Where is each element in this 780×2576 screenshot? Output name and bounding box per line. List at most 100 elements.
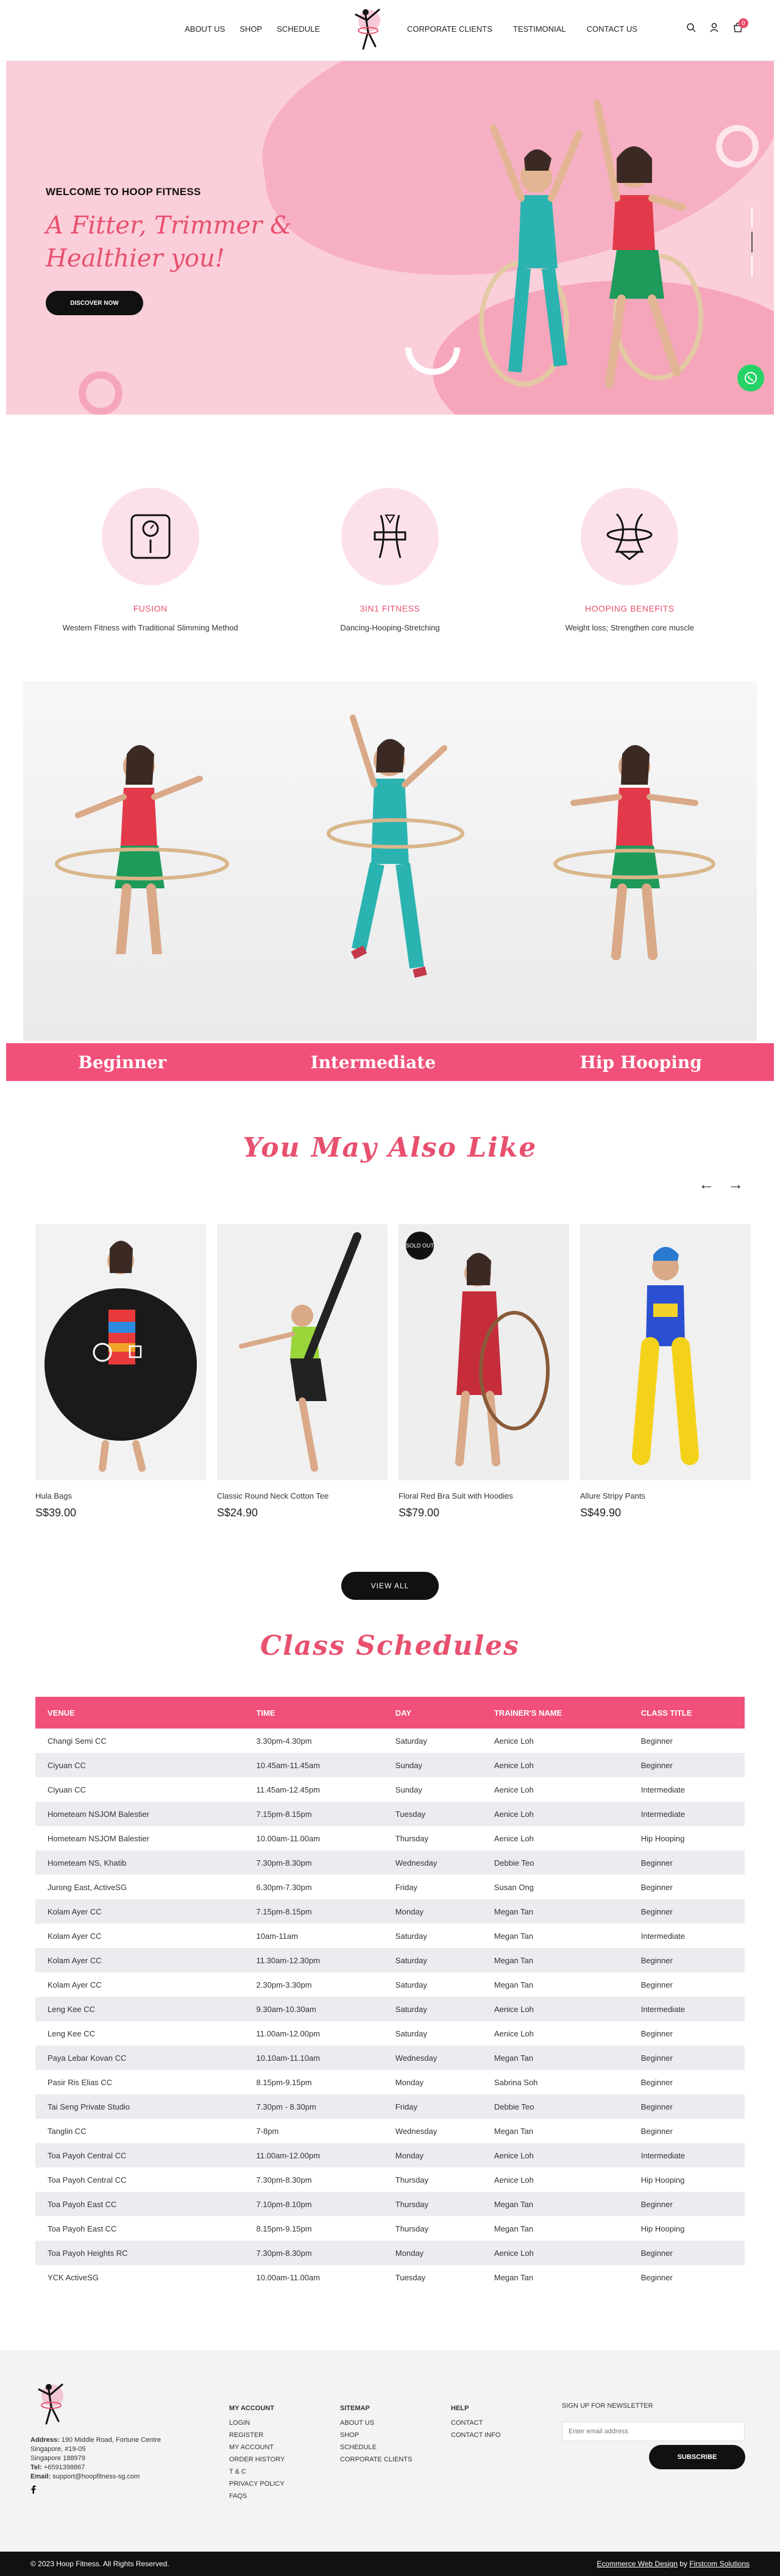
footer-link-contact[interactable]: CONTACT [451, 2417, 500, 2429]
schedule-header-cell: DAY [383, 1697, 482, 1729]
address-line: Singapore, #19-05 [30, 2446, 86, 2453]
schedule-cell: Intermediate [640, 1931, 686, 1941]
level-hip-hooping[interactable]: Hip Hooping [580, 1052, 701, 1072]
tel-value[interactable]: +6591398867 [44, 2464, 85, 2471]
also-like-section: You May Also Like ← → Hula Bags S$39.00 … [0, 1132, 780, 1600]
slider-dot[interactable] [751, 232, 753, 252]
level-intermediate[interactable]: Intermediate [311, 1052, 436, 1072]
schedule-cell: Hip Hooping [640, 2175, 685, 2185]
footer-link-schedule[interactable]: SCHEDULE [340, 2441, 412, 2453]
hip-hooping-photo[interactable] [512, 681, 757, 1041]
product-image[interactable] [35, 1224, 206, 1480]
nav-contact-us[interactable]: CONTACT US [587, 24, 637, 34]
discover-now-button[interactable]: DISCOVER NOW [46, 291, 143, 315]
feature-3in1: 3IN1 FITNESS Dancing-Hooping-Stretching [292, 488, 488, 632]
whatsapp-icon[interactable] [737, 365, 764, 391]
footer-col-title: HELP [451, 2405, 469, 2412]
schedule-cell: Beginner [640, 2077, 673, 2087]
nav-shop[interactable]: SHOP [239, 24, 262, 34]
cart-icon[interactable]: 0 [732, 18, 748, 35]
footer-link-about[interactable]: ABOUT US [340, 2417, 412, 2429]
credit-by: by [679, 2560, 687, 2568]
schedule-cell: Changi Semi CC [48, 1736, 107, 1746]
schedule-cell: Intermediate [640, 1785, 686, 1794]
product-price: S$39.00 [35, 1507, 77, 1519]
arrow-left-icon[interactable]: ← [698, 1175, 714, 1194]
nav-testimonial[interactable]: TESTIMONIAL [513, 24, 566, 34]
schedule-cell: Megan Tan [481, 1948, 629, 1972]
footer-link-contact-info[interactable]: CONTACT INFO [451, 2429, 500, 2441]
view-all-button[interactable]: VIEW ALL [341, 1572, 439, 1600]
footer-link-register[interactable]: REGISTER [229, 2429, 285, 2441]
schedule-cell: Hometeam NSJOM Balestier [48, 1833, 149, 1843]
schedule-cell: Aenice Loh [481, 2143, 629, 2167]
schedule-cell: Kolam Ayer CC [48, 1931, 102, 1941]
schedule-row: Toa Payoh Central CC 11.00am-12.00pm Monda… [35, 2143, 745, 2167]
product-card[interactable]: Allure Stripy Pants S$49.90 [580, 1224, 751, 1519]
newsletter-email-input[interactable] [562, 2422, 745, 2441]
schedule-cell: Wednesday [383, 1850, 482, 1875]
footer-link-corporate[interactable]: CORPORATE CLIENTS [340, 2453, 412, 2466]
product-image[interactable]: SOLD OUT [399, 1224, 569, 1480]
schedule-cell: Intermediate [628, 1802, 745, 1826]
footer-link-privacy[interactable]: PRIVACY POLICY [229, 2478, 285, 2490]
schedule-cell: Hometeam NSJOM Balestier [35, 1802, 244, 1826]
email-value[interactable]: support@hoopfitness-sg.com [52, 2473, 140, 2480]
credit-link[interactable]: Ecommerce Web Design [597, 2560, 678, 2568]
product-name[interactable]: Floral Red Bra Suit with Hoodies [399, 1491, 569, 1500]
schedule-header-cell: TIME [244, 1697, 383, 1729]
schedule-row: Toa Payoh East CC 7.10pm-8.10pm Thursday Me… [35, 2192, 745, 2216]
site-logo[interactable] [347, 4, 390, 57]
search-icon[interactable] [686, 23, 696, 34]
product-price: S$24.90 [217, 1507, 258, 1519]
schedule-cell: Megan Tan [494, 2272, 533, 2282]
product-name[interactable]: Hula Bags [35, 1491, 206, 1500]
product-name[interactable]: Classic Round Neck Cotton Tee [217, 1491, 388, 1500]
hero-title-line: A Fitter, Trimmer & [46, 212, 292, 240]
nav-right: CORPORATE CLIENTS TESTIMONIAL CONTACT US [407, 24, 637, 34]
schedule-row: Tai Seng Private Studio 7.30pm - 8.30pm Fr… [35, 2094, 745, 2119]
product-card[interactable]: Classic Round Neck Cotton Tee S$24.90 [217, 1224, 388, 1519]
schedule-cell: Ciyuan CC [35, 1753, 244, 1777]
schedule-cell: Tuesday [395, 2272, 426, 2282]
footer-link-order-history[interactable]: ORDER HISTORY [229, 2453, 285, 2466]
footer-sitemap: SITEMAP ABOUT US SHOP SCHEDULE CORPORATE… [340, 2402, 412, 2466]
schedule-cell: Sunday [395, 1785, 422, 1794]
nav-schedule[interactable]: SCHEDULE [277, 24, 320, 34]
schedule-cell: Aenice Loh [494, 1736, 534, 1746]
footer-logo[interactable] [30, 2375, 73, 2436]
level-beginner[interactable]: Beginner [78, 1052, 166, 1072]
product-name[interactable]: Allure Stripy Pants [580, 1491, 751, 1500]
footer-link-faqs[interactable]: FAQS [229, 2490, 285, 2502]
beginner-photo[interactable] [23, 681, 268, 1041]
nav-corporate-clients[interactable]: CORPORATE CLIENTS [407, 24, 492, 34]
slider-dot[interactable] [751, 207, 753, 228]
credit-company-link[interactable]: Firstcom Solutions [689, 2560, 750, 2568]
hoop-waist-icon [606, 513, 653, 560]
nav-about-us[interactable]: ABOUT US [185, 24, 225, 34]
account-icon[interactable] [709, 23, 719, 34]
product-card[interactable]: Hula Bags S$39.00 [35, 1224, 206, 1519]
schedule-cell: 7.30pm - 8.30pm [244, 2094, 383, 2119]
product-image[interactable] [580, 1224, 751, 1480]
intermediate-photo[interactable] [268, 681, 512, 1041]
slider-dot[interactable] [751, 256, 753, 277]
address-line: 190 Middle Road, Fortune Centre [61, 2436, 161, 2444]
schedule-cell: Tanglin CC [48, 2126, 87, 2136]
footer-link-tc[interactable]: T & C [229, 2466, 285, 2478]
subscribe-button[interactable]: SUBSCRIBE [649, 2445, 745, 2469]
arrow-right-icon[interactable]: → [728, 1175, 743, 1194]
feature-desc: Weight loss; Strengthen core muscle [565, 623, 695, 632]
footer-link-login[interactable]: LOGIN [229, 2417, 285, 2429]
newsletter-title: SIGN UP FOR NEWSLETTER [562, 2402, 653, 2410]
schedule-row: Kolam Ayer CC 11.30am-12.30pm Saturday Mega… [35, 1948, 745, 1972]
product-image[interactable] [217, 1224, 388, 1480]
schedule-cell: Intermediate [628, 1997, 745, 2021]
schedule-cell: Sunday [383, 1753, 482, 1777]
facebook-icon[interactable] [30, 2485, 161, 2497]
schedule-cell: Susan Ong [494, 1882, 534, 1892]
product-card[interactable]: SOLD OUT Floral Red Bra Suit with Hoodie… [399, 1224, 569, 1519]
footer-link-shop[interactable]: SHOP [340, 2429, 412, 2441]
footer-link-my-account[interactable]: MY ACCOUNT [229, 2441, 285, 2453]
schedule-row: Leng Kee CC 11.00am-12.00pm Saturday Aenice… [35, 2021, 745, 2046]
